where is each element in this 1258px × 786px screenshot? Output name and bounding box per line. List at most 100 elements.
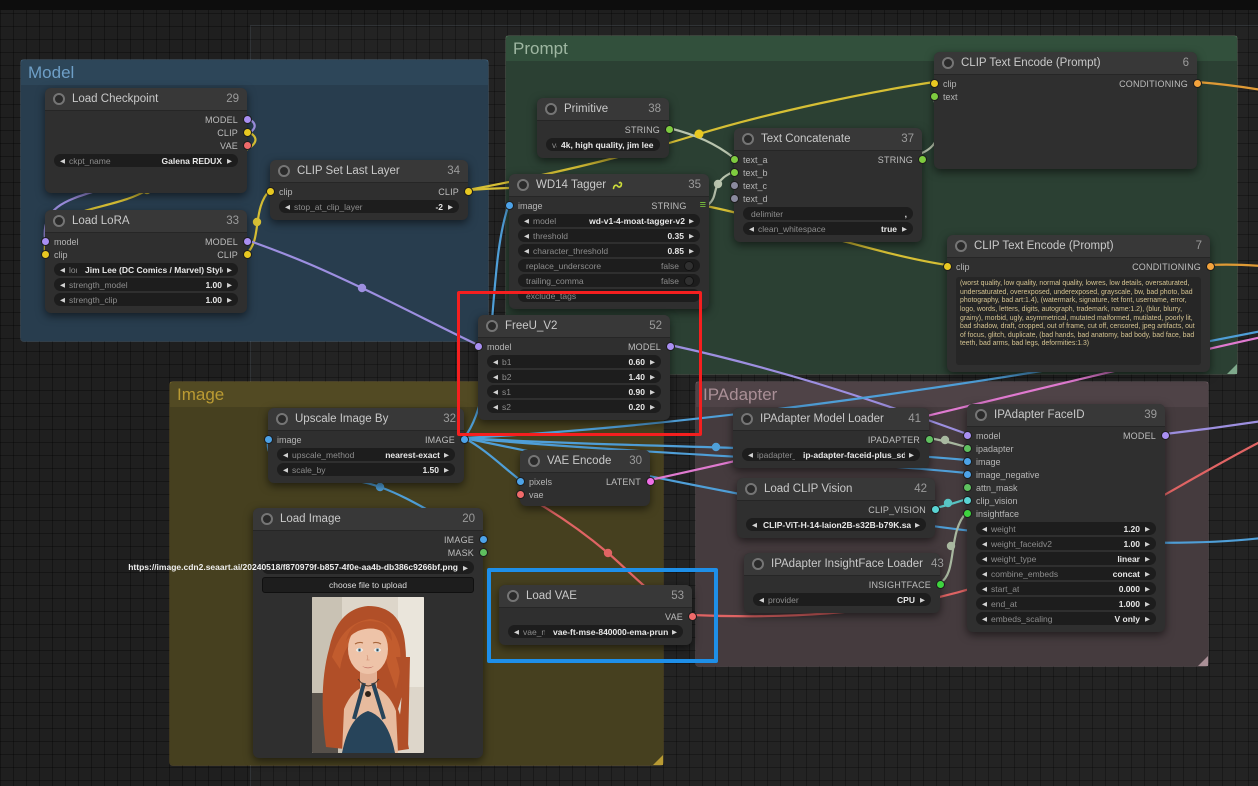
node-clip-text-encode-negative[interactable]: CLIP Text Encode (Prompt)7 clipCONDITION… [947,235,1210,372]
node-load-image[interactable]: Load Image20 IMAGE MASK https://image.cd… [253,508,483,758]
clip-input-port[interactable] [944,263,951,270]
node-graph-canvas[interactable]: Model Prompt Image IPAdapter Load Checkp… [0,0,1258,786]
widget-clip-name[interactable]: ◀CLIP-ViT-H-14-laion2B-s32B-b79K.safeten… [746,518,926,531]
widget-character-threshold[interactable]: ◀character_threshold0.85▶ [518,244,700,257]
left-arrow-icon[interactable]: ◀ [60,266,65,274]
node-clip-set-last-layer[interactable]: CLIP Set Last Layer34 clipCLIP ◀stop_at_… [270,160,468,220]
widget-start-at[interactable]: ◀start_at0.000▶ [976,582,1156,595]
widget-clean-whitespace[interactable]: ◀clean_whitespacetrue▶ [743,222,913,235]
right-arrow-icon[interactable]: ▶ [1145,525,1150,533]
node-load-clip-vision[interactable]: Load CLIP Vision42 CLIP_VISION ◀CLIP-ViT… [737,478,935,538]
right-arrow-icon[interactable]: ▶ [1145,615,1150,623]
left-arrow-icon[interactable]: ◀ [493,358,498,366]
widget-vae-name[interactable]: ◀vae_namevae-ft-mse-840000-ema-pruned.ck… [508,625,683,638]
collapse-dot-icon[interactable] [545,103,557,115]
model-output-port[interactable] [244,116,251,123]
model-output-port[interactable] [244,238,251,245]
text-a-input-port[interactable] [731,156,738,163]
node-load-checkpoint[interactable]: Load Checkpoint29 MODEL CLIP VAE ◀ckpt_n… [45,88,247,193]
string-output-port[interactable] [919,156,926,163]
widget-lora-name[interactable]: ◀lora_nameJim Lee (DC Comics / Marvel) S… [54,263,238,276]
string-output-port[interactable] [666,126,673,133]
right-arrow-icon[interactable]: ▶ [1145,585,1150,593]
text-b-input-port[interactable] [731,169,738,176]
collapse-dot-icon[interactable] [745,483,757,495]
left-arrow-icon[interactable]: ◀ [748,451,753,459]
widget-delimiter[interactable]: delimiter, [743,207,913,220]
model-input-port[interactable] [42,238,49,245]
image-output-port[interactable] [461,436,468,443]
collapse-dot-icon[interactable] [278,165,290,177]
collapse-dot-icon[interactable] [742,133,754,145]
left-arrow-icon[interactable]: ◀ [524,247,529,255]
right-arrow-icon[interactable]: ▶ [650,358,655,366]
widget-combine-embeds[interactable]: ◀combine_embedsconcat▶ [976,567,1156,580]
conditioning-output-port[interactable] [1194,80,1201,87]
negative-prompt-textarea[interactable]: (worst quality, low quality, normal qual… [956,277,1201,365]
widget-b2[interactable]: ◀b21.40▶ [487,370,661,383]
widget-threshold[interactable]: ◀threshold0.35▶ [518,229,700,242]
node-wd14-tagger[interactable]: WD14 Tagger35 imageSTRING≡ ◀modelwd-v1-4… [509,174,709,309]
image-negative-input-port[interactable] [964,471,971,478]
vae-output-port[interactable] [689,613,696,620]
ipadapter-output-port[interactable] [926,436,933,443]
group-resize-handle[interactable] [653,755,663,765]
left-arrow-icon[interactable]: ◀ [493,373,498,381]
right-arrow-icon[interactable]: ▶ [689,247,694,255]
collapse-dot-icon[interactable] [486,320,498,332]
widget-stop-at-clip-layer[interactable]: ◀stop_at_clip_layer-2▶ [279,200,459,213]
group-resize-handle[interactable] [1227,364,1237,374]
conditioning-output-port[interactable] [1207,263,1214,270]
node-vae-encode[interactable]: VAE Encode30 pixelsLATENT vae [520,450,650,506]
node-text-concatenate[interactable]: Text Concatenate37 text_aSTRING text_b t… [734,128,922,242]
right-arrow-icon[interactable]: ▶ [463,564,468,572]
left-arrow-icon[interactable]: ◀ [514,628,519,636]
widget-model[interactable]: ◀modelwd-v1-4-moat-tagger-v2▶ [518,214,700,227]
model-input-port[interactable] [964,432,971,439]
left-arrow-icon[interactable]: ◀ [524,217,529,225]
widget-exclude-tags[interactable]: exclude_tags [518,289,700,302]
clip-input-port[interactable] [42,251,49,258]
node-upscale-image-by[interactable]: Upscale Image By32 imageIMAGE ◀upscale_m… [268,408,464,483]
node-freeu-v2[interactable]: FreeU_V252 modelMODEL ◀b10.60▶ ◀b21.40▶ … [478,315,670,420]
right-arrow-icon[interactable]: ▶ [227,296,232,304]
clip-input-port[interactable] [931,80,938,87]
image-input-port[interactable] [964,458,971,465]
right-arrow-icon[interactable]: ▶ [1145,600,1150,608]
collapse-dot-icon[interactable] [53,93,65,105]
right-arrow-icon[interactable]: ▶ [1145,540,1150,548]
right-arrow-icon[interactable]: ▶ [1145,570,1150,578]
right-arrow-icon[interactable]: ▶ [689,217,694,225]
pixels-input-port[interactable] [517,478,524,485]
node-ipadapter-model-loader[interactable]: IPAdapter Model Loader41 IPADAPTER ◀ipad… [733,408,929,468]
vae-input-port[interactable] [517,491,524,498]
ipadapter-input-port[interactable] [964,445,971,452]
widget-trailing-comma[interactable]: trailing_commafalse [518,274,700,287]
vae-output-port[interactable] [244,142,251,149]
collapse-dot-icon[interactable] [261,513,273,525]
left-arrow-icon[interactable]: ◀ [283,451,288,459]
right-arrow-icon[interactable]: ▶ [444,451,449,459]
widget-ipadapter-file[interactable]: ◀ipadapter_fileip-adapter-faceid-plus_sd… [742,448,920,461]
left-arrow-icon[interactable]: ◀ [60,296,65,304]
latent-output-port[interactable] [647,478,654,485]
collapse-dot-icon[interactable] [517,179,529,191]
left-arrow-icon[interactable]: ◀ [493,403,498,411]
right-arrow-icon[interactable]: ▶ [909,451,914,459]
clip-input-port[interactable] [267,188,274,195]
collapse-dot-icon[interactable] [507,590,519,602]
node-load-vae[interactable]: Load VAE53 VAE ◀vae_namevae-ft-mse-84000… [499,585,692,645]
mask-output-port[interactable] [480,549,487,556]
left-arrow-icon[interactable]: ◀ [982,540,987,548]
widget-s2[interactable]: ◀s20.20▶ [487,400,661,413]
toggle-knob[interactable] [684,261,694,271]
text-c-input-port[interactable] [731,182,738,189]
widget-replace-underscore[interactable]: replace_underscorefalse [518,259,700,272]
collapse-dot-icon[interactable] [276,413,288,425]
widget-strength-clip[interactable]: ◀strength_clip1.00▶ [54,293,238,306]
widget-weight-type[interactable]: ◀weight_typelinear▶ [976,552,1156,565]
widget-weight[interactable]: ◀weight1.20▶ [976,522,1156,535]
model-output-port[interactable] [1162,432,1169,439]
left-arrow-icon[interactable]: ◀ [752,521,757,529]
model-output-port[interactable] [667,343,674,350]
